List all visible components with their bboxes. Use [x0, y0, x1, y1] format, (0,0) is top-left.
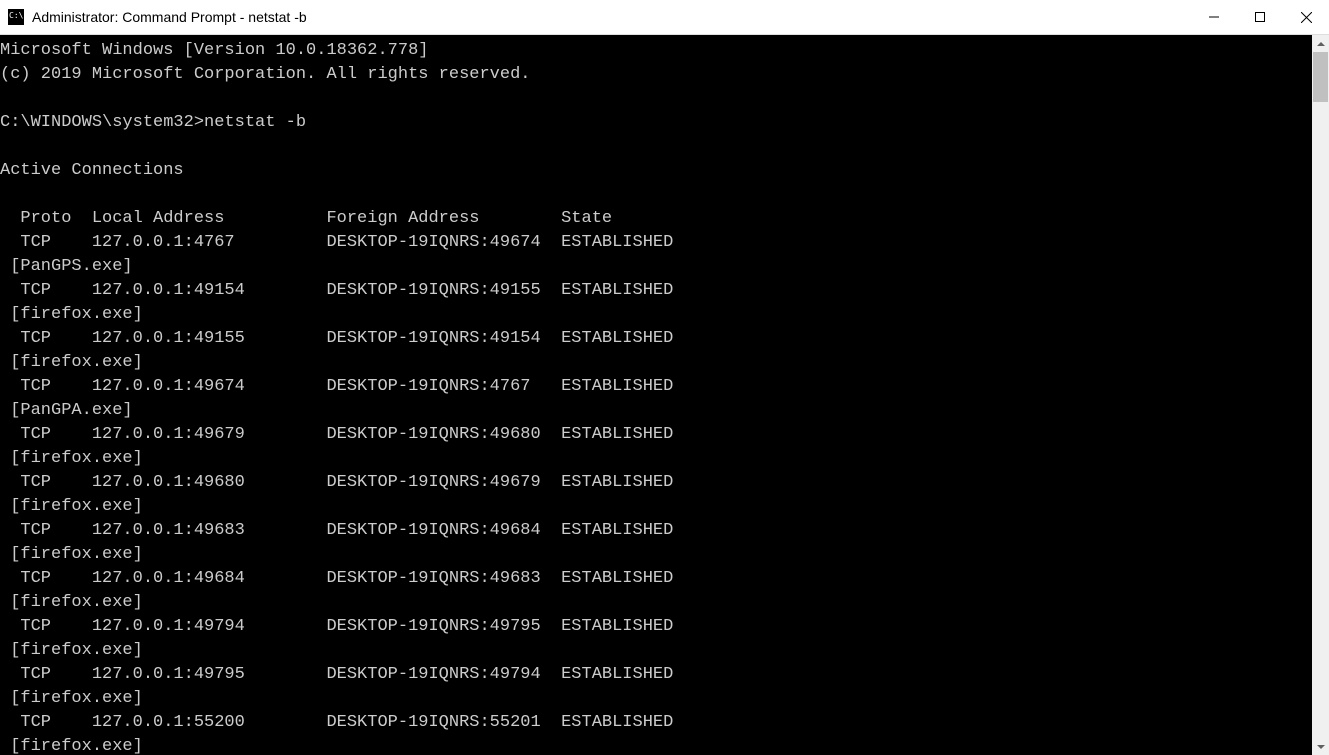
scroll-down-button[interactable]	[1312, 738, 1329, 755]
minimize-button[interactable]	[1191, 0, 1237, 34]
window-title: Administrator: Command Prompt - netstat …	[32, 9, 1191, 25]
scrollbar-thumb[interactable]	[1313, 52, 1328, 102]
client-area: Microsoft Windows [Version 10.0.18362.77…	[0, 35, 1329, 755]
terminal-output[interactable]: Microsoft Windows [Version 10.0.18362.77…	[0, 35, 1312, 755]
window-controls	[1191, 0, 1329, 34]
scroll-up-button[interactable]	[1312, 35, 1329, 52]
close-button[interactable]	[1283, 0, 1329, 34]
window: Administrator: Command Prompt - netstat …	[0, 0, 1329, 755]
scrollbar-track[interactable]	[1312, 52, 1329, 738]
titlebar[interactable]: Administrator: Command Prompt - netstat …	[0, 0, 1329, 35]
cmd-icon	[8, 9, 24, 25]
vertical-scrollbar[interactable]	[1312, 35, 1329, 755]
maximize-button[interactable]	[1237, 0, 1283, 34]
